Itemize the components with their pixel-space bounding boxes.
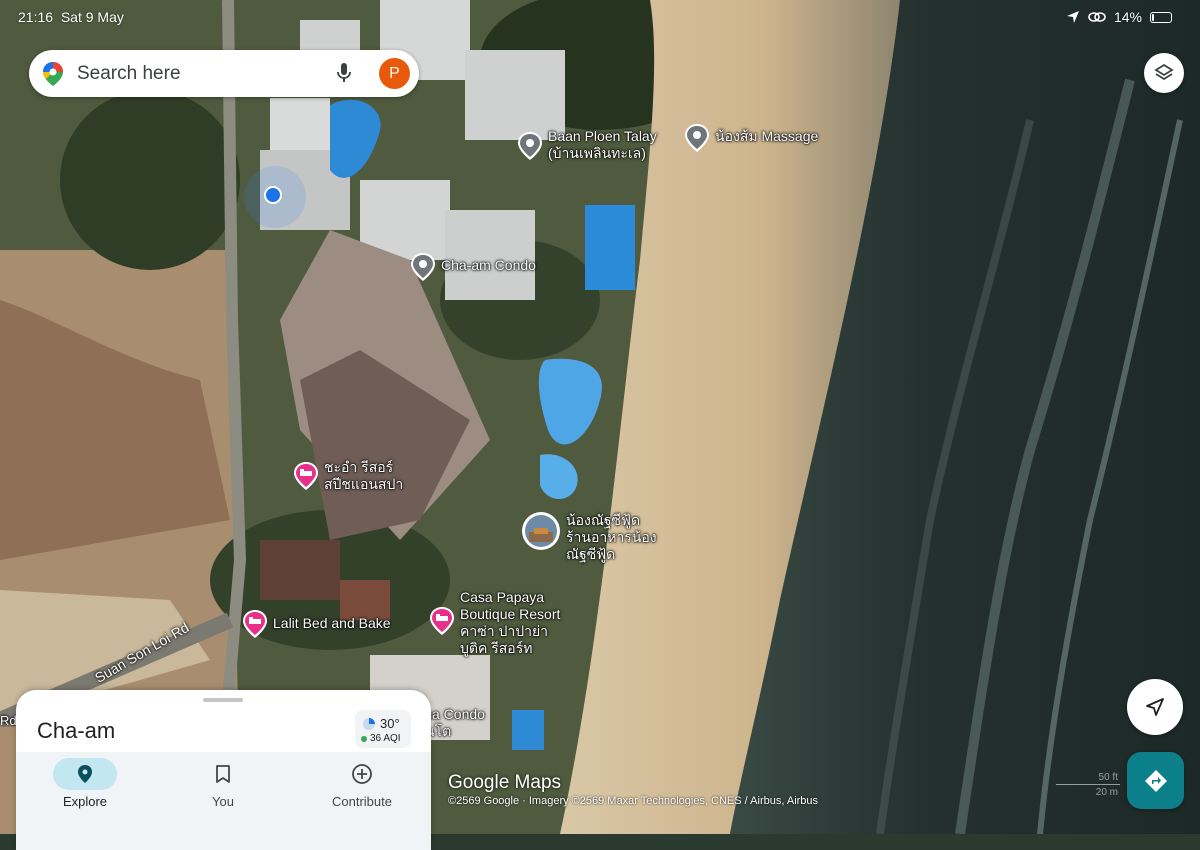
link-icon (1088, 12, 1106, 22)
location-arrow-icon (1066, 11, 1079, 23)
directions-icon (1144, 769, 1167, 792)
place-label-sa-condo[interactable]: sa Condo นโต (425, 706, 485, 740)
layers-button[interactable] (1144, 53, 1184, 93)
hotel-pin-icon[interactable] (293, 461, 319, 491)
place-pin-icon[interactable] (684, 123, 710, 153)
pin-icon (78, 765, 92, 783)
place-label-casa-papaya[interactable]: Casa Papaya Boutique Resort คาซ่า ปาปาย่… (460, 589, 560, 657)
navigation-arrow-icon (1146, 698, 1164, 716)
sheet-drag-handle[interactable] (203, 698, 243, 702)
search-bar[interactable]: Search here P (29, 50, 419, 97)
place-pin-icon[interactable] (517, 131, 543, 161)
add-circle-icon (352, 764, 372, 784)
place-label-nong-som-massage[interactable]: น้องส้ม Massage (715, 128, 818, 145)
layers-icon (1154, 63, 1174, 81)
place-label-cha-am-resort[interactable]: ชะอำ รีสอร์ สปีชแอนสปา (324, 459, 403, 493)
place-label-lalit-bed[interactable]: Lalit Bed and Bake (273, 615, 391, 632)
hotel-pin-icon[interactable] (242, 609, 268, 639)
tab-you[interactable]: You (154, 752, 292, 822)
battery-icon (1150, 11, 1172, 23)
hotel-pin-icon[interactable] (429, 606, 455, 636)
weather-icon (363, 718, 375, 730)
place-label-nong-seafood[interactable]: น้องณัฐซีฟู้ด ร้านอาหารน้อง ณัฐซีฟู้ด (566, 512, 657, 563)
restaurant-photo-marker[interactable] (522, 512, 560, 550)
status-time: 21:16 Sat 9 May (18, 9, 124, 25)
place-label-baan-ploen-talay[interactable]: Baan Ploen Talay (บ้านเพลินทะเล) (548, 128, 657, 162)
directions-button[interactable] (1127, 752, 1184, 809)
air-quality: 36 AQI (361, 733, 401, 744)
place-label-cha-am-condo[interactable]: Cha-am Condo (441, 257, 536, 274)
area-name: Cha-am (37, 718, 116, 743)
account-avatar[interactable]: P (379, 58, 410, 89)
google-maps-logo: Google Maps (448, 772, 562, 793)
road-label-edge: Rd (0, 713, 17, 728)
bookmark-icon (216, 765, 230, 783)
battery-percent: 14% (1113, 9, 1142, 25)
search-input[interactable]: Search here (77, 63, 181, 85)
status-bar: 21:16 Sat 9 May 14% (0, 0, 1200, 32)
tab-contribute[interactable]: Contribute (293, 752, 431, 822)
my-location-dot (244, 166, 306, 228)
microphone-icon[interactable] (336, 62, 352, 84)
map-attribution[interactable]: ©2569 Google · Imagery ©2569 Maxar Techn… (448, 795, 818, 807)
bottom-sheet[interactable]: Cha-am 30° 36 AQI Explore You Contribute (16, 690, 431, 850)
scale-bar: 50 ft 20 m (1056, 772, 1120, 798)
google-maps-pin-icon (43, 62, 63, 86)
bottom-tab-bar: Explore You Contribute (16, 752, 431, 850)
place-pin-icon[interactable] (410, 252, 436, 282)
temperature: 30° (380, 716, 400, 731)
my-location-button[interactable] (1127, 679, 1183, 735)
weather-chip[interactable]: 30° 36 AQI (355, 710, 411, 748)
tab-explore[interactable]: Explore (16, 752, 154, 822)
